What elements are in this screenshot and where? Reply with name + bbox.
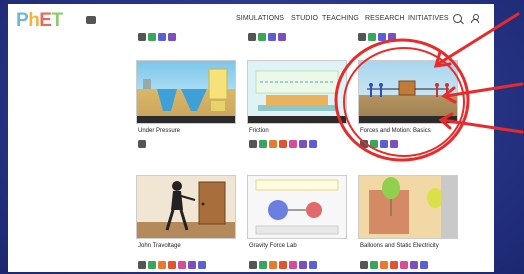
sim-card[interactable]: Under Pressure [136,60,236,155]
sim-badges [360,261,428,269]
browser-screen: PhET SIMULATIONS STUDIO TEACHING RESEARC… [8,4,494,272]
sim-card[interactable]: Gravity Force Lab [247,175,347,270]
sim-thumbnail[interactable] [358,60,458,124]
gravity-force-lab-illustration [255,179,339,235]
sim-title[interactable]: Friction [249,128,345,135]
friction-illustration [248,70,346,123]
nav-teaching[interactable]: TEACHING [322,15,359,22]
prev-row-badges [248,33,286,41]
user-icon[interactable] [471,14,479,23]
john-travoltage-illustration [137,181,235,238]
sim-badges [138,140,146,148]
logo-letter: E [39,10,52,31]
phet-logo[interactable]: PhET [16,10,63,32]
sim-badges [249,140,317,148]
sim-thumbnail[interactable] [136,175,236,239]
sim-title[interactable]: Gravity Force Lab [249,243,345,250]
sim-thumbnail[interactable] [247,60,347,124]
sim-card[interactable]: John Travoltage [136,175,236,270]
balloons-static-illustration [359,176,457,238]
sim-card[interactable]: Friction [247,60,347,155]
sim-card[interactable]: Forces and Motion: Basics [358,60,458,155]
logo-letter: T [51,10,63,31]
forces-motion-illustration [359,80,457,123]
sim-thumbnail[interactable] [247,175,347,239]
nav-simulations[interactable]: SIMULATIONS [236,15,284,22]
projector-icon[interactable] [86,16,96,24]
sim-thumbnail[interactable] [358,175,458,239]
sim-badges [138,261,206,269]
search-icon[interactable] [453,14,462,23]
sim-title[interactable]: Under Pressure [138,128,234,135]
logo-letter: P [16,10,29,31]
prev-row-badges [138,33,176,41]
top-nav: PhET SIMULATIONS STUDIO TEACHING RESEARC… [8,4,494,36]
nav-research[interactable]: RESEARCH [365,15,405,22]
under-pressure-illustration [137,68,235,123]
sim-title[interactable]: Forces and Motion: Basics [360,128,456,135]
sim-badges [360,140,398,148]
nav-studio[interactable]: STUDIO [291,15,318,22]
sim-title[interactable]: John Travoltage [138,243,234,250]
sim-thumbnail[interactable] [136,60,236,124]
sim-badges [249,261,317,269]
sim-title[interactable]: Balloons and Static Electricity [360,243,456,250]
prev-row-badges [358,33,396,41]
nav-initiatives[interactable]: INITIATIVES [408,15,449,22]
logo-letter: h [28,10,40,31]
sim-card[interactable]: Balloons and Static Electricity [358,175,458,270]
platform-badge [138,140,146,148]
